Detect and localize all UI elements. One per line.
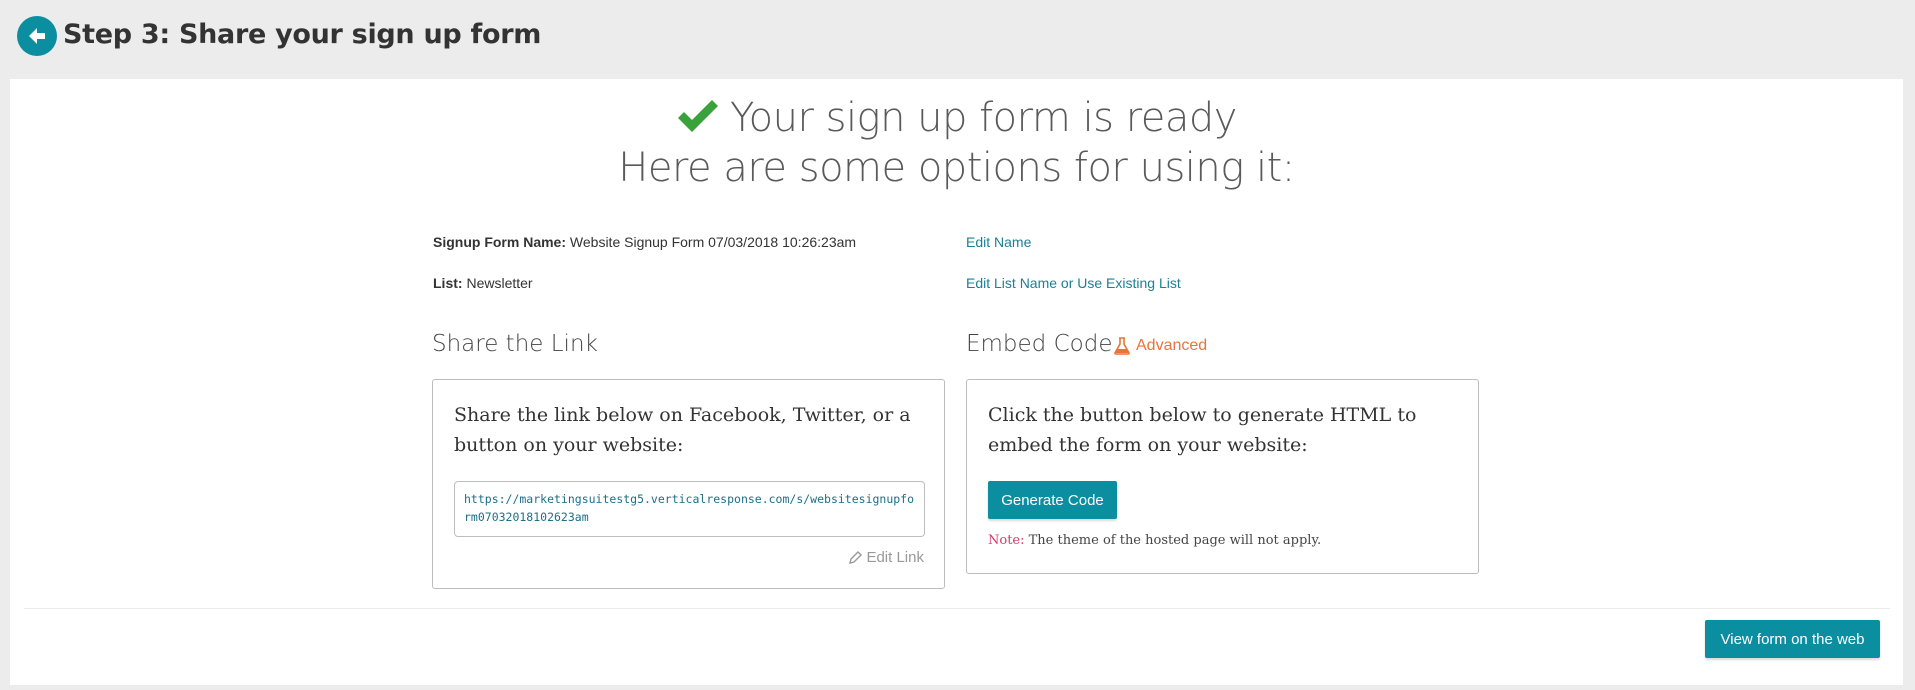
advanced-badge: Advanced — [1114, 337, 1207, 355]
footer-divider — [24, 608, 1890, 609]
flask-icon — [1114, 337, 1130, 355]
hero-line1: Your sign up form is ready — [730, 95, 1237, 141]
arrow-left-icon — [29, 28, 45, 44]
embed-note: Note: The theme of the hosted page will … — [988, 533, 1321, 548]
edit-name-link[interactable]: Edit Name — [966, 234, 1031, 250]
share-description: Share the link below on Facebook, Twitte… — [454, 404, 911, 456]
main-card: Your sign up form is ready Here are some… — [10, 79, 1903, 685]
page-header: Step 3: Share your sign up form — [0, 0, 1915, 78]
embed-code-box: Click the button below to generate HTML … — [966, 379, 1479, 574]
embed-description: Click the button below to generate HTML … — [988, 404, 1417, 456]
pencil-icon — [849, 551, 863, 564]
back-button[interactable] — [17, 16, 57, 56]
hero-line2: Here are some options for using it: — [618, 145, 1295, 191]
share-link-box: Share the link below on Facebook, Twitte… — [432, 379, 945, 589]
advanced-label: Advanced — [1136, 337, 1208, 354]
page-title: Step 3: Share your sign up form — [63, 19, 542, 50]
share-link-title: Share the Link — [432, 331, 598, 357]
check-icon — [678, 100, 718, 132]
edit-list-link[interactable]: Edit List Name or Use Existing List — [966, 275, 1181, 291]
list-label: List: — [433, 275, 463, 291]
form-name-label: Signup Form Name: — [433, 234, 567, 250]
hero-heading: Your sign up form is ready — [10, 93, 1903, 143]
hero: Your sign up form is ready Here are some… — [10, 93, 1903, 193]
share-url-field[interactable]: https://marketingsuitestg5.verticalrespo… — [454, 481, 925, 537]
list-value: Newsletter — [466, 275, 533, 291]
note-label: Note: — [988, 533, 1025, 548]
view-form-button[interactable]: View form on the web — [1705, 620, 1880, 658]
edit-link-button[interactable]: Edit Link — [849, 549, 924, 566]
edit-link-label: Edit Link — [866, 549, 924, 566]
generate-code-button[interactable]: Generate Code — [988, 481, 1117, 519]
note-text: The theme of the hosted page will not ap… — [1024, 533, 1322, 548]
form-name-row: Signup Form Name: Website Signup Form 07… — [433, 234, 856, 250]
form-name-value: Website Signup Form 07/03/2018 10:26:23a… — [569, 234, 857, 250]
list-row: List: Newsletter — [433, 275, 533, 291]
embed-code-title: Embed Code — [966, 331, 1113, 357]
